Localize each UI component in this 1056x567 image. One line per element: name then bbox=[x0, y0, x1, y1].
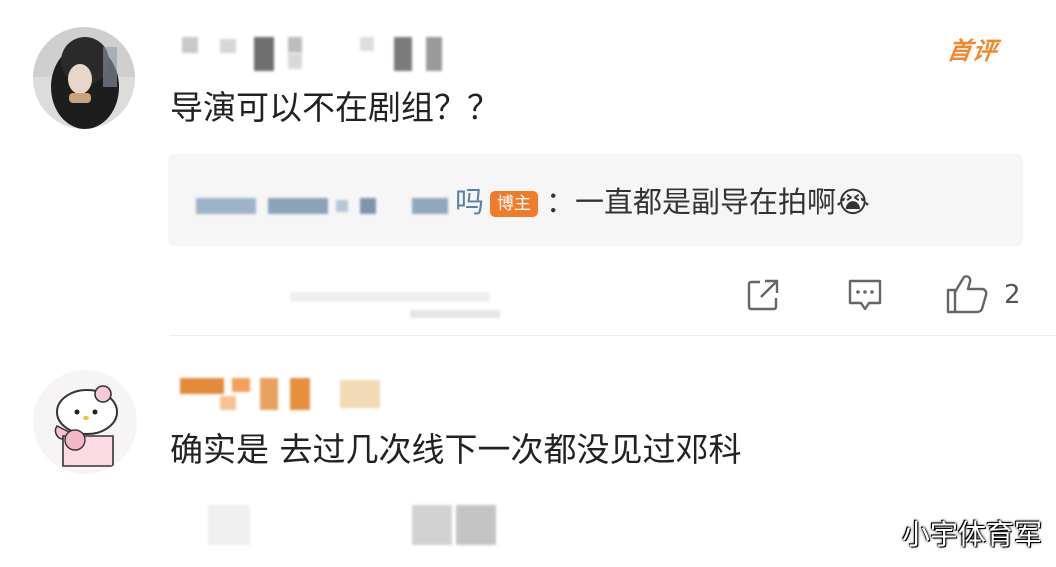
like-count: 2 bbox=[1004, 280, 1021, 310]
share-icon[interactable] bbox=[743, 275, 783, 315]
reply-author-blurred[interactable] bbox=[196, 194, 456, 220]
username-blurred[interactable] bbox=[180, 378, 410, 412]
comment-text: 导演可以不在剧组？？ bbox=[170, 88, 500, 127]
divider bbox=[170, 335, 1056, 336]
avatar-image bbox=[33, 27, 135, 129]
blurred-bottom bbox=[200, 505, 520, 549]
like-icon[interactable] bbox=[944, 272, 990, 316]
comment-icon[interactable] bbox=[845, 275, 885, 315]
blogger-badge: 博主 bbox=[490, 191, 539, 217]
username-blurred[interactable] bbox=[182, 33, 462, 73]
watermark: 小宇体育军 bbox=[901, 518, 1042, 551]
reply-author-suffix: 吗 bbox=[455, 185, 485, 219]
first-comment-badge: 首评 bbox=[945, 37, 1000, 65]
comment-text: 确实是 去过几次线下一次都没见过邓科 bbox=[170, 430, 742, 466]
avatar[interactable] bbox=[33, 27, 135, 129]
avatar-image bbox=[33, 370, 137, 474]
blurred-time bbox=[290, 284, 510, 324]
avatar[interactable] bbox=[33, 370, 137, 474]
reply-line: 吗博主 ：一直都是副导在拍啊😭 bbox=[455, 184, 870, 220]
reply-text: ：一直都是副导在拍啊😭 bbox=[546, 185, 870, 219]
